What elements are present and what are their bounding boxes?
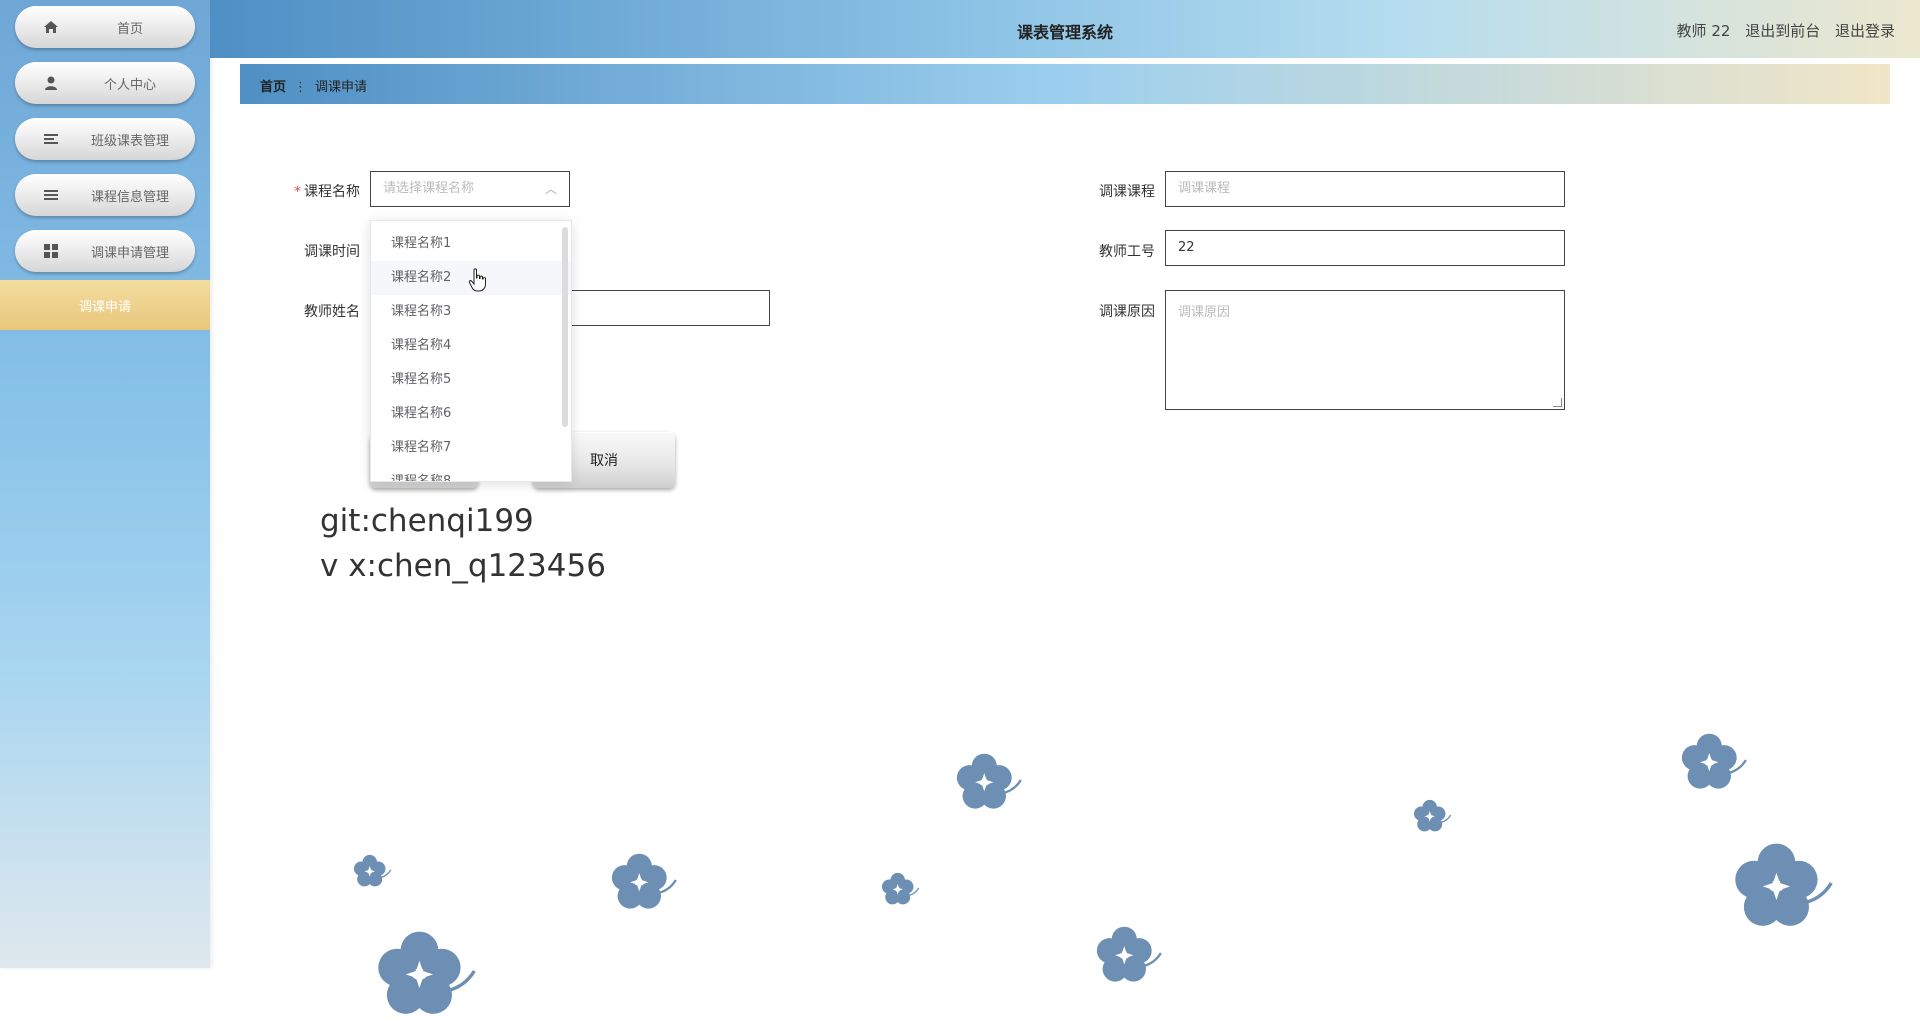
clover-decoration [610, 852, 677, 910]
hand-pointer-icon [468, 268, 486, 292]
list-icon [44, 190, 58, 200]
home-icon [44, 21, 58, 33]
top-header: 课表管理系统 教师 22 退出到前台 退出登录 [210, 0, 1920, 58]
clover-decoration [353, 854, 392, 888]
dropdown-option[interactable]: 课程名称5 [371, 363, 571, 397]
sidebar-item-label: 课程信息管理 [90, 190, 169, 205]
clover-decoration [376, 929, 476, 1016]
sidebar-item-class-schedule[interactable]: 班级课表管理 [15, 118, 195, 160]
dropdown-option[interactable]: 课程名称1 [371, 227, 571, 261]
teacher-id-label: 教师工号 [1099, 244, 1155, 260]
sidebar-subitem-adjust-apply[interactable]: 调课申请 [0, 280, 210, 330]
sidebar-item-home[interactable]: 首页 [15, 6, 195, 48]
app-title: 课表管理系统 [1016, 23, 1113, 42]
clover-decoration [1733, 841, 1834, 928]
watermark-line2: v x:chen_q123456 [320, 548, 606, 584]
breadcrumb-current: 调课申请 [315, 80, 368, 95]
course-name-dropdown: 课程名称1 课程名称2 课程名称3 课程名称4 课程名称5 课程名称6 课程名称… [370, 220, 572, 482]
sidebar-item-profile[interactable]: 个人中心 [15, 62, 195, 104]
course-name-select[interactable]: 请选择课程名称 ︿ [370, 171, 570, 207]
user-icon [45, 76, 57, 90]
reason-textarea[interactable]: 调课原因 [1165, 290, 1565, 410]
sidebar-item-label: 调课申请管理 [90, 246, 169, 261]
dropdown-scrollbar[interactable] [562, 227, 568, 427]
grid-icon [44, 244, 58, 258]
clover-decoration [881, 872, 920, 906]
dropdown-option[interactable]: 课程名称4 [371, 329, 571, 363]
user-name: 教师 22 [1676, 22, 1731, 40]
sidebar: 首页 个人中心 班级课表管理 课程信息管理 调课申请管理 调课申请 [0, 0, 210, 968]
sidebar-item-course-info[interactable]: 课程信息管理 [15, 174, 195, 216]
required-mark: * [294, 184, 301, 200]
teacher-id-input[interactable]: 22 [1165, 230, 1565, 266]
sidebar-item-adjust-apply[interactable]: 调课申请管理 [15, 230, 195, 272]
clover-decoration [955, 752, 1022, 810]
watermark-line1: git:chenqi199 [320, 503, 534, 539]
breadcrumb-home[interactable]: 首页 [260, 80, 286, 95]
list-icon [44, 134, 58, 144]
adjust-time-label: 调课时间 [304, 244, 360, 260]
breadcrumb: 首页 ⋮ 调课申请 [240, 64, 1890, 104]
sidebar-item-label: 首页 [116, 22, 143, 37]
teacher-name-label: 教师姓名 [304, 304, 360, 320]
adjust-course-label: 调课课程 [1099, 184, 1155, 200]
dropdown-option[interactable]: 课程名称8 [371, 465, 571, 481]
clover-decoration [1095, 925, 1163, 983]
dropdown-option[interactable]: 课程名称6 [371, 397, 571, 431]
reason-label: 调课原因 [1099, 304, 1155, 320]
dropdown-option[interactable]: 课程名称7 [371, 431, 571, 465]
back-to-front-link[interactable]: 退出到前台 [1745, 22, 1820, 40]
logout-link[interactable]: 退出登录 [1835, 22, 1895, 40]
sidebar-item-label: 班级课表管理 [90, 134, 169, 149]
chevron-up-icon: ︿ [544, 182, 557, 196]
clover-decoration [1680, 732, 1748, 790]
dropdown-option[interactable]: 课程名称3 [371, 295, 571, 329]
resize-handle-icon[interactable] [1553, 398, 1562, 407]
adjust-course-input[interactable]: 调课课程 [1165, 171, 1565, 207]
sidebar-item-label: 个人中心 [103, 78, 156, 93]
clover-decoration [1413, 799, 1452, 833]
breadcrumb-separator-icon: ⋮ [294, 80, 308, 95]
header-user-area: 教师 22 退出到前台 退出登录 [1667, 20, 1895, 41]
course-name-label: * 课程名称 [294, 184, 360, 200]
